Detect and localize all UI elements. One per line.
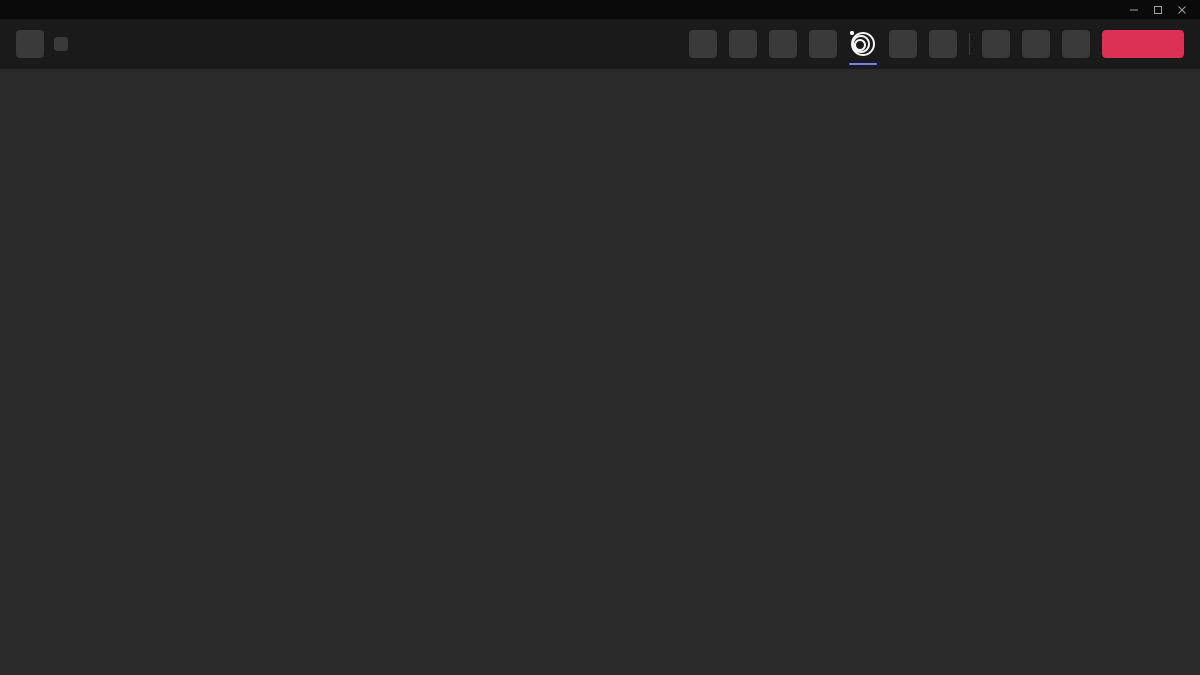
secondary-menu-button[interactable]: [54, 37, 68, 51]
window-titlebar: [0, 0, 1200, 19]
secondary-tool-button-3[interactable]: [1062, 30, 1090, 58]
tool-button-1[interactable]: [689, 30, 717, 58]
window-maximize-button[interactable]: [1146, 0, 1170, 19]
secondary-tool-button-1[interactable]: [982, 30, 1010, 58]
minimize-icon: [1129, 5, 1139, 15]
swirl-icon: [850, 31, 876, 57]
toolbar-left-group: [16, 30, 68, 58]
main-toolbar: [0, 19, 1200, 69]
close-icon: [1177, 5, 1187, 15]
tool-button-3[interactable]: [769, 30, 797, 58]
tool-button-7[interactable]: [929, 30, 957, 58]
tool-button-4[interactable]: [809, 30, 837, 58]
tool-button-6[interactable]: [889, 30, 917, 58]
main-content-area: [0, 69, 1200, 675]
window-close-button[interactable]: [1170, 0, 1194, 19]
tool-button-5[interactable]: [849, 30, 877, 58]
app-menu-button[interactable]: [16, 30, 44, 58]
tool-button-2[interactable]: [729, 30, 757, 58]
toolbar-divider: [969, 33, 970, 55]
toolbar-right-group: [689, 30, 1184, 58]
window-minimize-button[interactable]: [1122, 0, 1146, 19]
primary-action-button[interactable]: [1102, 30, 1184, 58]
app-window: [0, 0, 1200, 675]
secondary-tool-button-2[interactable]: [1022, 30, 1050, 58]
maximize-icon: [1153, 5, 1163, 15]
